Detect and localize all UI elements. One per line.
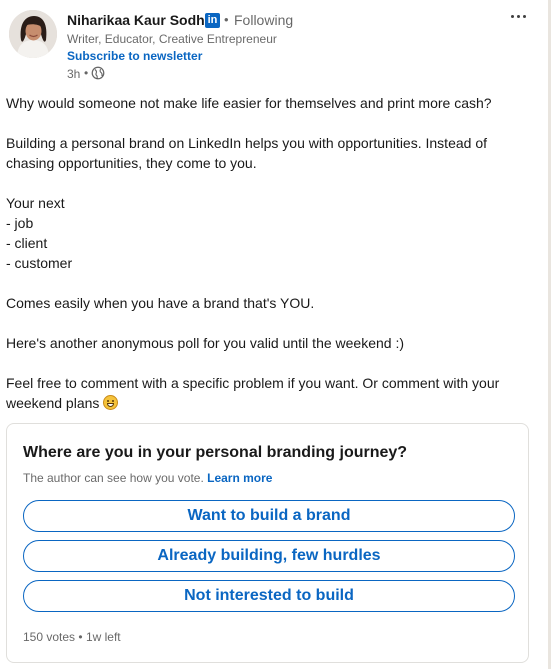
separator-dot: •	[224, 12, 229, 27]
more-dot-icon	[522, 14, 526, 18]
poll-option-not-interested[interactable]: Not interested to build	[23, 580, 515, 612]
poll-meta-separator: •	[78, 630, 83, 644]
post-text-line: - client	[6, 235, 48, 251]
more-dot-icon	[510, 14, 514, 18]
post-text-line: chasing opportunities, they come to you.	[6, 155, 257, 171]
linkedin-premium-icon: in	[205, 13, 220, 28]
avatar-photo	[9, 10, 57, 58]
author-headline: Writer, Educator, Creative Entrepreneur	[67, 32, 277, 46]
poll-note-text: The author can see how you vote.	[23, 471, 204, 485]
poll-card: Where are you in your personal branding …	[6, 423, 529, 663]
time-separator: •	[84, 66, 89, 80]
poll-time-left: 1w left	[85, 630, 121, 644]
poll-meta: 150 votes • 1w left	[23, 630, 121, 644]
author-name[interactable]: Niharikaa Kaur Sodhi	[67, 12, 209, 28]
poll-votes[interactable]: 150 votes	[23, 630, 75, 644]
feed-post: Niharikaa Kaur Sodhi in • Following Writ…	[0, 0, 551, 669]
post-text-line: Why would someone not make life easier f…	[6, 95, 492, 111]
post-text-line: Here's another anonymous poll for you va…	[6, 335, 405, 351]
post-text-line: Comes easily when you have a brand that'…	[6, 295, 315, 311]
post-text-line: Your next	[6, 195, 65, 211]
post-text-last-line: weekend plans	[6, 393, 119, 413]
post-time: 3h	[67, 67, 81, 81]
post-text-line: weekend plans	[6, 395, 100, 411]
post-text-line: Feel free to comment with a specific pro…	[6, 375, 500, 391]
post-text-line: - job	[6, 215, 34, 231]
more-dot-icon	[516, 14, 520, 18]
poll-option-already-building[interactable]: Already building, few hurdles	[23, 540, 515, 572]
post-text-line: Building a personal brand on LinkedIn he…	[6, 135, 487, 151]
poll-option-build-brand[interactable]: Want to build a brand	[23, 500, 515, 532]
post-text-line: - customer	[6, 255, 73, 271]
more-options-button[interactable]	[504, 4, 532, 28]
subscribe-newsletter-link[interactable]: Subscribe to newsletter	[67, 49, 202, 63]
grinning-face-emoji	[103, 395, 119, 410]
poll-privacy-note: The author can see how you vote. Learn m…	[23, 471, 272, 485]
learn-more-link[interactable]: Learn more	[207, 471, 272, 485]
follow-status: Following	[234, 12, 294, 28]
poll-question: Where are you in your personal branding …	[23, 444, 408, 461]
globe-icon	[91, 66, 105, 80]
avatar[interactable]	[9, 10, 57, 58]
